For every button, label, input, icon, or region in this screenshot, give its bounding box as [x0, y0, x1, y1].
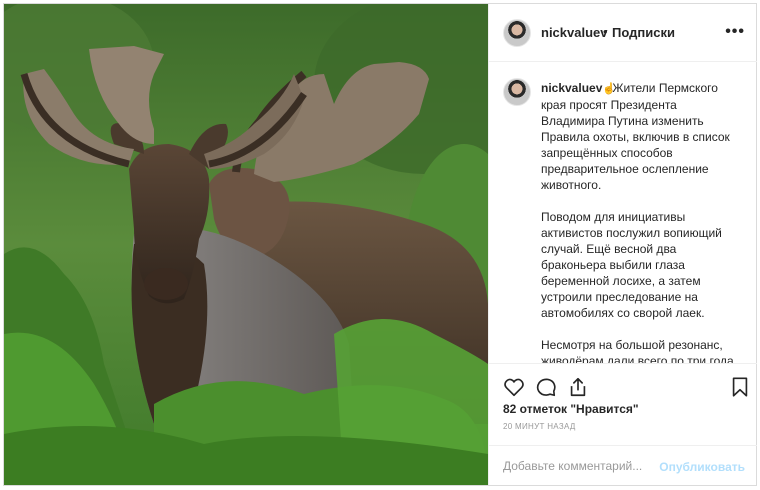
author-username[interactable]: nickvaluev: [541, 25, 608, 40]
caption-username[interactable]: nickvaluev: [541, 81, 602, 95]
avatar[interactable]: [503, 19, 531, 47]
separator-dot: •: [603, 24, 608, 39]
more-horizontal-icon[interactable]: •••: [725, 23, 745, 41]
caption-paragraph-1: Жители Пермского края просят Президента …: [541, 81, 730, 192]
post-sidebar: nickvaluev • Подписки ••• nickvaluev☝Жит…: [488, 4, 757, 485]
pointing-hand-emoji: ☝: [602, 83, 617, 95]
follow-status-button[interactable]: Подписки: [612, 25, 675, 40]
caption-avatar[interactable]: [503, 78, 531, 106]
caption-text: nickvaluev☝Жители Пермского края просят …: [541, 80, 741, 364]
caption-area: nickvaluev☝Жители Пермского края просят …: [489, 62, 757, 364]
share-icon[interactable]: [567, 376, 589, 398]
instagram-post: nickvaluev • Подписки ••• nickvaluev☝Жит…: [3, 3, 757, 486]
bookmark-icon[interactable]: [729, 376, 751, 398]
comment-input[interactable]: [503, 458, 663, 474]
comment-bar: Опубликовать: [489, 445, 757, 485]
likes-count[interactable]: 82 отметок "Нравится": [503, 402, 639, 416]
action-bar: [489, 366, 757, 402]
caption-paragraph-2: Поводом для инициативы активистов послуж…: [541, 210, 722, 320]
post-header: nickvaluev • Подписки •••: [489, 4, 757, 62]
publish-button[interactable]: Опубликовать: [659, 460, 745, 474]
post-photo[interactable]: [4, 4, 488, 485]
comment-icon[interactable]: [535, 376, 557, 398]
moose-photo: [4, 4, 488, 485]
caption-paragraph-3: Несмотря на большой резонанс, живодёрам …: [541, 338, 734, 364]
post-timestamp[interactable]: 20 МИНУТ НАЗАД: [503, 422, 576, 431]
heart-icon[interactable]: [503, 376, 525, 398]
